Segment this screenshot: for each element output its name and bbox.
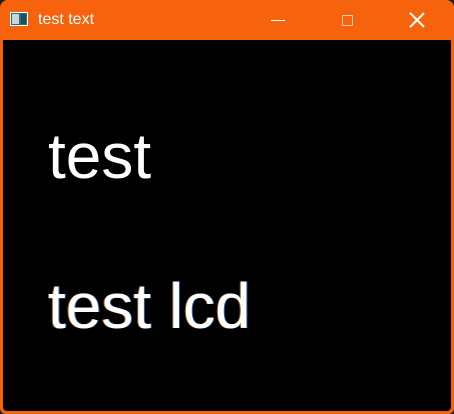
title-bar[interactable]: test text [0, 0, 454, 40]
test-lcd-text-line: test lcd [48, 270, 251, 342]
client-area: test test lcd [3, 40, 451, 411]
app-window: test text test test lcd [0, 0, 454, 414]
window-title: test text [38, 11, 95, 28]
maximize-icon [341, 14, 353, 26]
app-window-icon[interactable] [10, 12, 28, 26]
close-button[interactable] [394, 0, 440, 40]
minimize-button[interactable] [255, 0, 301, 40]
minimize-icon [271, 19, 285, 21]
close-icon [409, 12, 425, 28]
maximize-button[interactable] [324, 0, 370, 40]
test-text-line: test [48, 120, 152, 192]
